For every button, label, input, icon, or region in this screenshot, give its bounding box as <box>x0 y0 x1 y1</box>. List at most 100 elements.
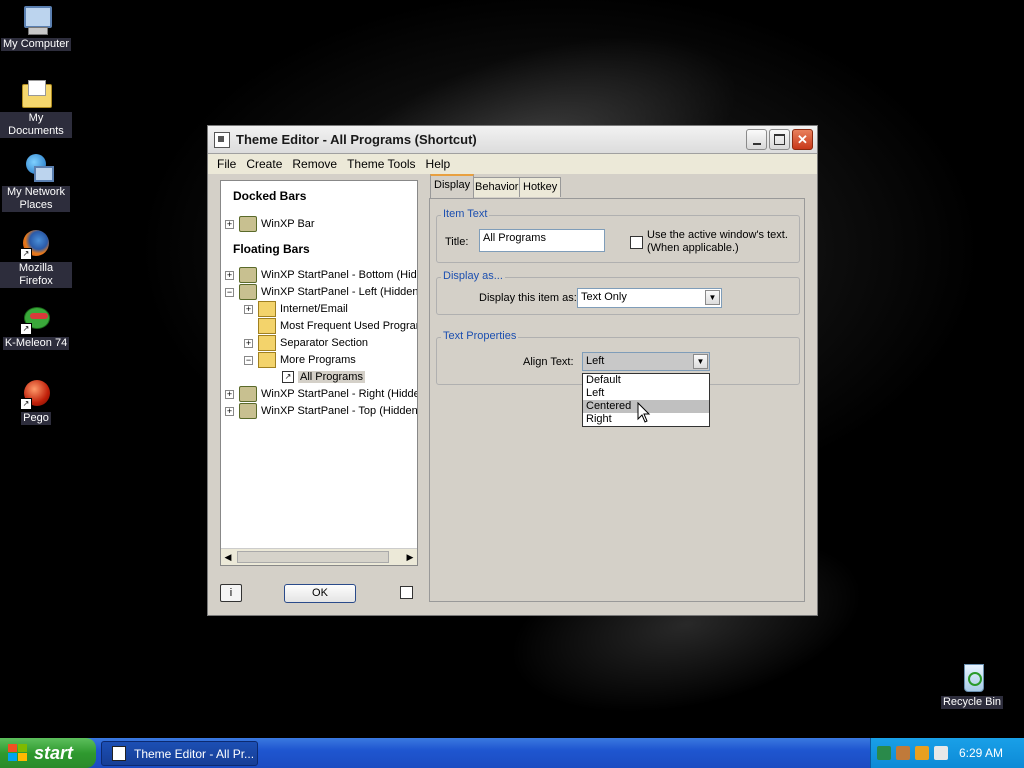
dropdown-arrow-icon[interactable]: ▼ <box>705 290 720 305</box>
pego-icon: ↗ <box>20 378 52 410</box>
align-text-select[interactable]: Left ▼ <box>582 352 710 371</box>
tab-hotkey[interactable]: Hotkey <box>519 177 562 197</box>
use-active-window-text-checkbox[interactable] <box>630 236 643 249</box>
bar-icon <box>239 284 257 300</box>
desktop-icon-mozilla-firefox[interactable]: ↗ Mozilla Firefox <box>0 228 72 288</box>
menu-bar: File Create Remove Theme Tools Help <box>208 154 817 174</box>
tree-node[interactable]: + WinXP StartPanel - Bottom (Hidd <box>225 267 418 283</box>
bar-tree-view[interactable]: Docked Bars + WinXP Bar Floating Bars + … <box>220 180 418 566</box>
bar-icon <box>239 267 257 283</box>
display-as-select[interactable]: Text Only ▼ <box>577 288 722 308</box>
menu-create[interactable]: Create <box>241 157 287 171</box>
bar-icon <box>239 386 257 402</box>
tree-node[interactable]: + WinXP StartPanel - Right (Hidder <box>225 386 417 402</box>
desktop-icon-pego[interactable]: ↗ Pego <box>0 378 72 425</box>
computer-icon <box>20 4 52 36</box>
network-icon <box>20 152 54 184</box>
app-icon <box>214 131 230 148</box>
maximize-button[interactable] <box>769 129 790 150</box>
option-default[interactable]: Default <box>583 374 709 387</box>
tab-display[interactable]: Display <box>430 174 475 198</box>
horizontal-scrollbar[interactable]: ◀ ▶ <box>221 548 417 565</box>
scrollbar-thumb[interactable] <box>237 551 389 563</box>
tree-node[interactable]: − WinXP StartPanel - Left (Hidden) <box>225 284 418 300</box>
clock[interactable]: 6:29 AM <box>959 746 1003 760</box>
expand-toggle[interactable]: + <box>225 389 234 399</box>
recycle-bin-icon <box>956 662 988 694</box>
floating-bars-heading: Floating Bars <box>233 242 310 256</box>
tree-node-label: Internet/Email <box>280 303 348 315</box>
option-checkbox[interactable] <box>400 586 413 599</box>
scroll-right-icon[interactable]: ▶ <box>403 550 417 564</box>
document-tray-icon[interactable] <box>934 746 948 760</box>
ok-button[interactable]: OK <box>284 584 356 603</box>
option-left[interactable]: Left <box>583 387 709 400</box>
item-text-group: Item Text Title: All Programs Use the ac… <box>436 208 800 263</box>
folder-icon <box>258 301 276 317</box>
menu-help[interactable]: Help <box>421 157 456 171</box>
desktop-icon-recycle-bin[interactable]: Recycle Bin <box>936 662 1008 709</box>
shortcut-arrow-icon: ↗ <box>20 323 32 335</box>
network-tray-icon[interactable] <box>877 746 891 760</box>
folder-icon <box>258 318 276 334</box>
menu-file[interactable]: File <box>212 157 241 171</box>
expand-toggle[interactable]: + <box>225 406 234 416</box>
display-as-group: Display as... Display this item as: Text… <box>436 270 800 315</box>
menu-theme-tools[interactable]: Theme Tools <box>342 157 420 171</box>
title-label: Title: <box>445 236 469 248</box>
scroll-left-icon[interactable]: ◀ <box>221 550 235 564</box>
title-input[interactable]: All Programs <box>479 229 605 252</box>
app-icon <box>112 746 126 761</box>
tree-node-label: WinXP StartPanel - Bottom (Hidd <box>261 269 418 281</box>
expand-toggle[interactable]: + <box>225 219 234 229</box>
desktop-icon-label: Mozilla Firefox <box>0 262 72 288</box>
tree-node[interactable]: + Internet/Email <box>244 301 348 317</box>
expand-toggle[interactable]: + <box>244 304 253 314</box>
expand-toggle[interactable]: + <box>225 270 234 280</box>
window-title: Theme Editor - All Programs (Shortcut) <box>236 132 477 147</box>
tree-node[interactable]: Most Frequent Used Program <box>258 318 417 334</box>
collapse-toggle[interactable]: − <box>244 355 253 365</box>
desktop-icon-my-documents[interactable]: My Documents <box>0 78 72 138</box>
close-icon: ✕ <box>797 132 808 147</box>
app-tray-icon[interactable] <box>915 746 929 760</box>
align-text-label: Align Text: <box>523 356 574 368</box>
tree-node-label: WinXP Bar <box>261 218 315 230</box>
tree-node-selected[interactable]: ↗ All Programs <box>279 369 365 385</box>
display-as-value: Text Only <box>581 291 627 303</box>
bar-icon <box>239 216 257 232</box>
display-this-item-label: Display this item as: <box>479 292 577 304</box>
when-applicable-label: (When applicable.) <box>647 242 739 254</box>
tree-node[interactable]: − More Programs <box>244 352 356 368</box>
menu-remove[interactable]: Remove <box>287 157 342 171</box>
taskbar-button-label: Theme Editor - All Pr... <box>134 746 255 761</box>
tree-node[interactable]: + Separator Section <box>244 335 368 351</box>
tree-node[interactable]: + WinXP Bar <box>225 216 315 232</box>
tree-node[interactable]: + WinXP StartPanel - Top (Hidden) <box>225 403 417 419</box>
start-label: start <box>34 742 74 763</box>
taskbar-button-theme-editor[interactable]: Theme Editor - All Pr... <box>101 741 258 766</box>
desktop-icon-label: My Network Places <box>2 186 70 212</box>
desktop-icon-my-computer[interactable]: My Computer <box>0 4 72 51</box>
dropdown-arrow-icon[interactable]: ▼ <box>693 354 708 369</box>
align-text-value: Left <box>586 355 605 367</box>
shortcut-arrow-icon: ↗ <box>20 398 32 410</box>
desktop-icon-label: K-Meleon 74 <box>2 337 70 350</box>
tools-tray-icon[interactable] <box>896 746 910 760</box>
tree-node-label: WinXP StartPanel - Left (Hidden) <box>261 286 418 298</box>
k-meleon-icon: ↗ <box>20 303 52 335</box>
expand-toggle[interactable]: + <box>244 338 253 348</box>
info-button[interactable]: i <box>220 584 242 602</box>
title-bar[interactable]: Theme Editor - All Programs (Shortcut) ✕ <box>208 126 817 154</box>
bar-icon <box>239 403 257 419</box>
desktop-icon-my-network-places[interactable]: My Network Places <box>0 152 72 212</box>
desktop-icon-k-meleon[interactable]: ↗ K-Meleon 74 <box>0 303 72 350</box>
tab-behavior[interactable]: Behavior <box>471 177 523 197</box>
start-button[interactable]: start <box>0 738 96 768</box>
collapse-toggle[interactable]: − <box>225 287 234 297</box>
minimize-button[interactable] <box>746 129 767 150</box>
close-button[interactable]: ✕ <box>792 129 813 150</box>
tree-node-label: Separator Section <box>280 337 369 349</box>
group-label: Text Properties <box>441 330 519 342</box>
tree-node-label: More Programs <box>280 354 356 366</box>
